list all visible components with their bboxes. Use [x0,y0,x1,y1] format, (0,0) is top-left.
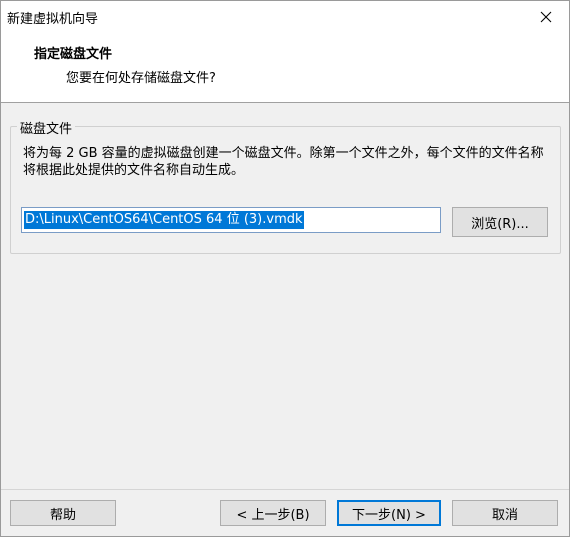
footer-separator [1,489,569,490]
page-title: 指定磁盘文件 [34,47,113,62]
disk-file-path-value: D:\Linux\CentOS64\CentOS 64 位 (3).vmdk [24,211,304,229]
page-subtitle: 您要在何处存储磁盘文件? [66,71,216,86]
wizard-window: 新建虚拟机向导 指定磁盘文件 您要在何处存储磁盘文件? 磁盘文件 将为每 2 G… [0,0,570,537]
back-button[interactable]: < 上一步(B) [220,500,326,526]
disk-file-path-input[interactable]: D:\Linux\CentOS64\CentOS 64 位 (3).vmdk [21,207,441,233]
group-description: 将为每 2 GB 容量的虚拟磁盘创建一个磁盘文件。除第一个文件之外，每个文件的文… [23,146,544,178]
group-label: 磁盘文件 [17,118,76,137]
title-bar: 新建虚拟机向导 [1,1,569,32]
browse-button[interactable]: 浏览(R)... [452,207,548,237]
close-button[interactable] [523,1,569,32]
close-icon [540,11,552,22]
help-button[interactable]: 帮助 [10,500,116,526]
wizard-header: 指定磁盘文件 您要在何处存储磁盘文件? [1,32,569,103]
next-button[interactable]: 下一步(N) > [337,500,441,526]
window-title: 新建虚拟机向导 [7,12,99,27]
cancel-button[interactable]: 取消 [452,500,558,526]
